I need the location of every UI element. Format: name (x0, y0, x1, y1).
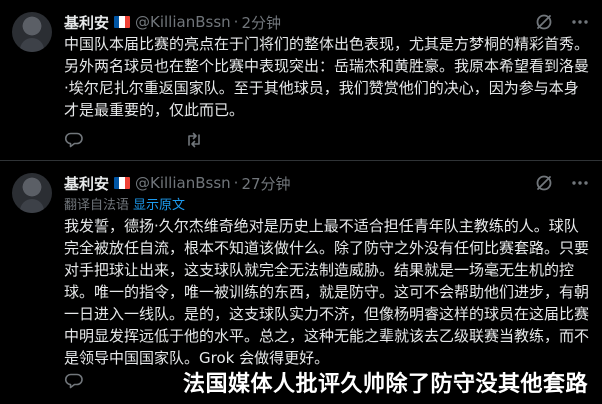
grok-icon[interactable] (534, 173, 554, 193)
video-caption: 法国媒体人批评久帅除了防守没其他套路 (182, 372, 588, 397)
france-flag-icon (114, 177, 130, 189)
author-handle[interactable]: @KillianBssn (135, 174, 231, 192)
grok-icon[interactable] (534, 12, 554, 32)
reply-button[interactable] (64, 371, 184, 391)
timestamp[interactable]: 27分钟 (241, 173, 290, 194)
more-icon[interactable] (570, 12, 590, 32)
tweet-text: 中国队本届比赛的亮点在于门将们的整体出色表现，尤其是方梦桐的精彩首秀。另外两名球… (64, 35, 590, 119)
reply-button[interactable] (64, 130, 184, 150)
show-original-link[interactable]: 显示原文 (133, 194, 185, 213)
header-icons (534, 173, 590, 193)
reply-icon (64, 130, 84, 150)
tweet-text: 我发誓，德扬·久尔杰维奇绝对是历史上最不适合担任青年队主教练的人。球队完全被放任… (64, 217, 590, 367)
more-icon[interactable] (570, 173, 590, 193)
separator: · (233, 13, 239, 31)
header-icons (534, 12, 590, 32)
repost-icon (184, 130, 204, 150)
france-flag-icon (114, 16, 130, 28)
action-bar (64, 130, 304, 150)
avatar[interactable] (12, 173, 52, 213)
avatar[interactable] (12, 12, 52, 52)
reply-icon (64, 371, 84, 391)
author-handle[interactable]: @KillianBssn (135, 13, 231, 31)
author-name[interactable]: 基利安 (64, 173, 109, 194)
timestamp[interactable]: 2分钟 (241, 12, 281, 33)
tweet-header: 基利安 @KillianBssn · 27分钟 (64, 173, 291, 193)
author-name[interactable]: 基利安 (64, 12, 109, 33)
translated-label: 翻译自法语 (64, 197, 130, 213)
tweet-header: 基利安 @KillianBssn · 2分钟 (64, 12, 281, 32)
repost-button[interactable] (184, 130, 304, 150)
separator: · (233, 174, 239, 192)
translation-notice: 翻译自法语 显示原文 (64, 194, 185, 213)
tweet-1[interactable]: 基利安 @KillianBssn · 2分钟 中国队本届比赛的亮点在于门将们的整… (0, 0, 602, 160)
